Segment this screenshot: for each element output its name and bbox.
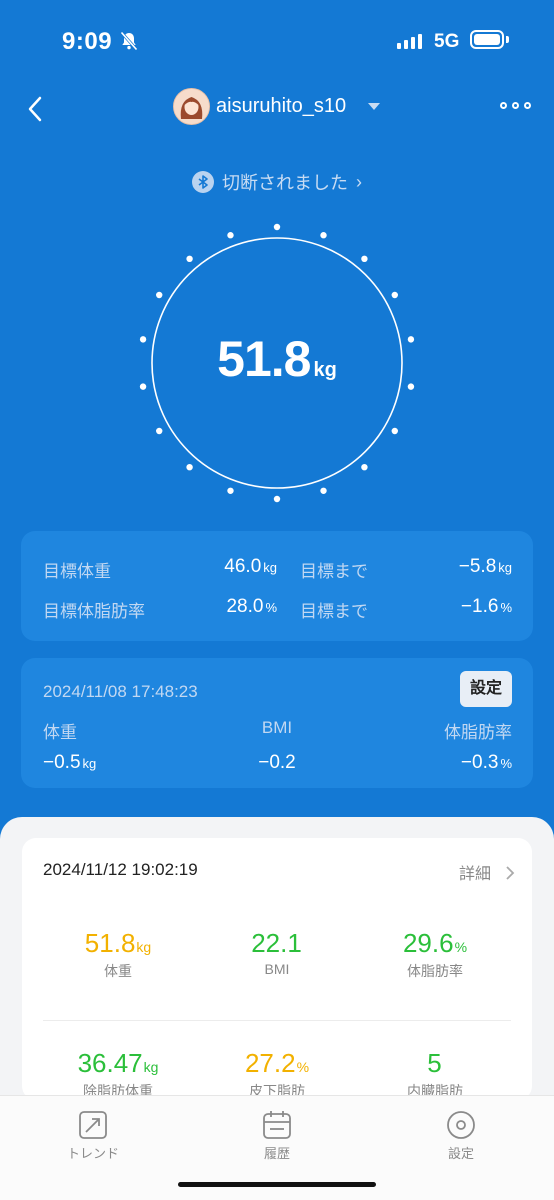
metric-value: 27.2% (244, 1048, 310, 1078)
gauge-tick (227, 487, 234, 494)
gauge-tick (320, 232, 327, 239)
status-time: 9:09 (62, 28, 113, 55)
settings-icon (447, 1111, 475, 1139)
goal-fat-value: 28.0% (226, 596, 277, 617)
goal-weight-remain: −5.8 kg (458, 556, 512, 577)
metric-value: 22.1 (251, 928, 302, 958)
gauge-tick (273, 495, 281, 503)
metric-value: 51.8kg (84, 928, 152, 958)
diff-datetime: 2024/11/08 17:48:23 (43, 682, 198, 701)
metric-item: 51.8kg 体重 (43, 928, 193, 981)
metric-label: BMI (264, 961, 290, 977)
avatar[interactable] (173, 88, 210, 125)
trend-icon (79, 1111, 107, 1139)
current-weight: 51.8 kg (136, 330, 418, 388)
gauge-tick (156, 427, 163, 435)
diff-bmi-value: −0.2 (258, 752, 296, 773)
metric-item: 5 内臓脂肪 (360, 1048, 510, 1101)
diff-weight-value: −0.5 kg (43, 752, 97, 773)
goal-fat-remain: −1.6% (460, 596, 512, 617)
goal-fat-label: 目標体脂肪率 (43, 602, 145, 621)
signal-icon (397, 34, 422, 49)
metric-item: 22.1 BMI (202, 928, 352, 977)
metric-value: 5 (427, 1048, 442, 1078)
goal-weight-value: 46.0 kg (224, 556, 277, 577)
goal-card: 目標体重 46.0 kg 目標まで −5.8 kg 目標体脂肪率 28.0% 目標ま… (21, 531, 533, 641)
tab-history[interactable]: 履歴 (222, 1110, 332, 1162)
metric-item: 29.6% 体脂肪率 (360, 928, 510, 981)
settings-button[interactable]: 設定 (460, 671, 512, 707)
metric-item: 36.47kg 除脂肪体重 (43, 1048, 193, 1101)
metric-label: 体脂肪率 (407, 963, 463, 979)
divider (43, 1020, 511, 1021)
back-chevron-icon[interactable] (26, 96, 44, 122)
current-weight-value: 51.8 (217, 331, 311, 387)
gauge-tick (227, 232, 234, 239)
network-label: 5G (434, 31, 460, 52)
gauge-tick (156, 291, 163, 299)
gauge-tick (391, 427, 398, 435)
current-weight-unit: kg (313, 359, 337, 381)
gauge-tick (361, 463, 368, 471)
record-datetime: 2024/11/12 19:02:19 (43, 860, 198, 879)
bell-slash-icon (120, 31, 138, 51)
calendar-icon (263, 1111, 291, 1139)
goal-weight-label: 目標体重 (43, 562, 111, 581)
gauge-tick (320, 487, 327, 494)
diff-bmi-label: BMI (261, 718, 293, 737)
metric-value: 36.47kg (77, 1048, 159, 1078)
tab-trend[interactable]: トレンド (38, 1110, 148, 1162)
metric-item: 27.2% 皮下脂肪 (202, 1048, 352, 1101)
connection-status[interactable]: 切断されました › (192, 169, 362, 195)
avatar-image (174, 89, 209, 124)
bluetooth-icon (192, 171, 214, 193)
gauge-tick (273, 223, 281, 231)
metric-label: 体重 (104, 963, 132, 979)
gauge-tick (361, 255, 368, 263)
gauge-tick (391, 291, 398, 299)
diff-weight-label: 体重 (43, 723, 77, 742)
battery-icon (470, 30, 504, 49)
tab-settings-label: 設定 (447, 1146, 474, 1161)
metric-value: 29.6% (402, 928, 468, 958)
tab-settings[interactable]: 設定 (406, 1110, 516, 1162)
home-indicator (178, 1182, 376, 1187)
tab-trend-label: トレンド (66, 1146, 119, 1161)
diff-card: 2024/11/08 17:48:23 体重 BMI 体脂肪率 −0.5 kg −… (21, 658, 533, 788)
more-icon[interactable] (500, 102, 531, 109)
goal-weight-remain-label: 目標まで (300, 562, 368, 581)
diff-fat-label: 体脂肪率 (444, 723, 512, 742)
battery-cap (506, 36, 509, 43)
diff-fat-value: −0.3% (460, 752, 512, 773)
username-switcher[interactable]: aisuruhito_s10 (216, 95, 346, 118)
connection-status-label: 切断されました (222, 173, 348, 193)
gauge-tick (186, 255, 193, 263)
chevron-right-icon (506, 866, 515, 880)
detail-link[interactable]: 詳細 (459, 860, 515, 884)
chevron-right-icon: › (356, 171, 362, 192)
tab-history-label: 履歴 (263, 1146, 290, 1161)
caret-down-icon[interactable] (368, 103, 380, 110)
detail-label: 詳細 (459, 866, 492, 883)
gauge-tick (186, 463, 193, 471)
goal-fat-remain-label: 目標まで (300, 602, 368, 621)
